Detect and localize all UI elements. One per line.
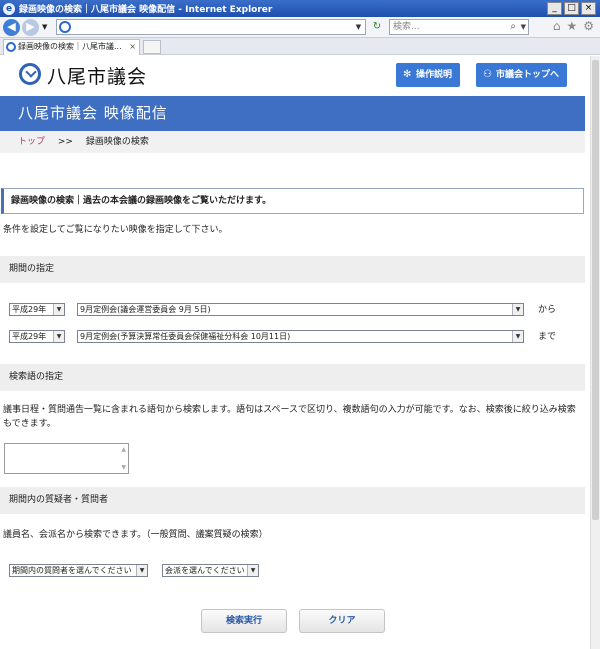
tab-bar: 録画映像の検索｜八尾市議... ×	[0, 38, 600, 55]
keyword-section-heading: 検索語の指定	[0, 364, 585, 391]
home-icon[interactable]: ⌂	[553, 19, 561, 33]
manual-button-label: 操作説明	[416, 70, 453, 80]
maximize-button[interactable]: □	[564, 2, 579, 15]
tab-recording-search[interactable]: 録画映像の検索｜八尾市議... ×	[3, 39, 140, 55]
from-year-select[interactable]: 平成29年 ▼	[9, 303, 65, 316]
browser-right-icons: ⌂ ★ ⚙	[553, 19, 594, 33]
site-logo-text[interactable]: 八尾市議会	[47, 62, 147, 89]
to-year-select[interactable]: 平成29年 ▼	[9, 330, 65, 343]
to-year-value: 平成29年	[12, 332, 47, 341]
tab-label: 録画映像の検索｜八尾市議...	[18, 42, 122, 51]
site-header: 八尾市議会 ✻ 操作説明 ⚇ 市議会トップへ	[0, 56, 590, 93]
page-content: 八尾市議会 ✻ 操作説明 ⚇ 市議会トップへ 八尾市議会 映像配信 トップ >>…	[0, 56, 590, 649]
scroll-up-icon[interactable]: ▲	[121, 446, 126, 453]
council-top-button[interactable]: ⚇ 市議会トップへ	[476, 63, 568, 87]
search-icon[interactable]: ⌕	[510, 20, 516, 34]
breadcrumb: トップ >> 録画映像の検索	[0, 131, 585, 153]
window-title: 録画映像の検索｜八尾市議会 映像配信 - Internet Explorer	[19, 5, 273, 15]
chevron-down-icon: ▼	[136, 565, 147, 576]
instruction-text: 条件を設定してご覧になりたい映像を指定して下さい。	[3, 225, 228, 235]
questioner-description: 議員名、会派名から検索できます。（一般質問、議案質疑の検索）	[3, 530, 268, 540]
minimize-button[interactable]: _	[547, 2, 562, 15]
breadcrumb-top-link[interactable]: トップ	[18, 137, 45, 147]
member-select-value: 期間内の質問者を選んでください	[12, 566, 132, 575]
chevron-down-icon: ▼	[53, 331, 64, 342]
from-meeting-value: 9月定例会(議会運営委員会 9月 5日)	[80, 305, 211, 314]
new-tab-button[interactable]	[143, 40, 161, 54]
refresh-icon[interactable]: ↻	[370, 20, 384, 34]
chevron-down-icon: ▼	[512, 331, 523, 342]
gear-icon: ✻	[403, 69, 412, 80]
clear-button[interactable]: クリア	[299, 609, 385, 633]
intro-heading: 録画映像の検索｜過去の本会議の録画映像をご覧いただけます。	[1, 188, 584, 214]
browser-toolbar: ◀ ▶ ▼ ▼ ↻ 検索... ⌕ ▼ ⌂ ★ ⚙	[0, 17, 600, 38]
keyword-description: 議事日程・質問通告一覧に含まれる語句から検索します。語句はスペースで区切り、複数…	[3, 405, 576, 429]
page-scrollbar[interactable]	[590, 56, 600, 649]
chevron-down-icon: ▼	[512, 304, 523, 315]
browser-search-input[interactable]: 検索... ⌕ ▼	[389, 19, 529, 35]
address-bar[interactable]: ▼	[56, 19, 366, 35]
period-section-heading: 期間の指定	[0, 256, 585, 283]
close-window-button[interactable]: ×	[581, 2, 596, 15]
search-placeholder: 検索...	[393, 22, 420, 32]
breadcrumb-separator: >>	[57, 137, 73, 147]
scroll-down-icon[interactable]: ▼	[121, 464, 126, 471]
member-select[interactable]: 期間内の質問者を選んでください ▼	[9, 564, 148, 577]
forward-icon[interactable]: ▶	[22, 19, 39, 36]
scrollbar-thumb[interactable]	[592, 60, 599, 520]
tools-gear-icon[interactable]: ⚙	[583, 19, 594, 33]
from-year-value: 平成29年	[12, 305, 47, 314]
history-dropdown-icon[interactable]: ▼	[42, 23, 47, 31]
breadcrumb-current: 録画映像の検索	[85, 137, 149, 147]
tab-favicon-icon	[6, 42, 16, 52]
page-banner: 八尾市議会 映像配信	[0, 96, 585, 131]
search-execute-button[interactable]: 検索実行	[201, 609, 287, 633]
window-controls: _ □ ×	[547, 2, 596, 15]
to-suffix: まで	[538, 332, 557, 342]
ie-icon: e	[3, 2, 15, 15]
site-favicon-icon	[59, 21, 71, 33]
window-titlebar: e 録画映像の検索｜八尾市議会 映像配信 - Internet Explorer…	[0, 0, 600, 17]
yao-city-logo-icon	[19, 63, 41, 85]
chevron-down-icon: ▼	[53, 304, 64, 315]
from-meeting-select[interactable]: 9月定例会(議会運営委員会 9月 5日) ▼	[77, 303, 524, 316]
keyword-textarea[interactable]: ▲ ▼	[4, 443, 129, 474]
questioner-section-heading: 期間内の質疑者・質問者	[0, 487, 585, 514]
chevron-down-icon: ▼	[247, 565, 258, 576]
favorites-star-icon[interactable]: ★	[566, 19, 577, 33]
manual-button[interactable]: ✻ 操作説明	[396, 63, 461, 87]
council-top-button-label: 市議会トップへ	[496, 70, 560, 80]
address-dropdown-icon[interactable]: ▼	[353, 21, 364, 33]
from-suffix: から	[538, 305, 557, 315]
faction-select-value: 会派を選んでください	[165, 566, 245, 575]
to-meeting-select[interactable]: 9月定例会(予算決算常任委員会保健福祉分科会 10月11日) ▼	[77, 330, 524, 343]
faction-select[interactable]: 会派を選んでください ▼	[162, 564, 259, 577]
people-icon: ⚇	[483, 69, 492, 80]
tab-close-icon[interactable]: ×	[129, 40, 136, 54]
back-icon[interactable]: ◀	[3, 19, 20, 36]
to-meeting-value: 9月定例会(予算決算常任委員会保健福祉分科会 10月11日)	[80, 332, 291, 341]
search-dropdown-icon[interactable]: ▼	[521, 20, 526, 34]
